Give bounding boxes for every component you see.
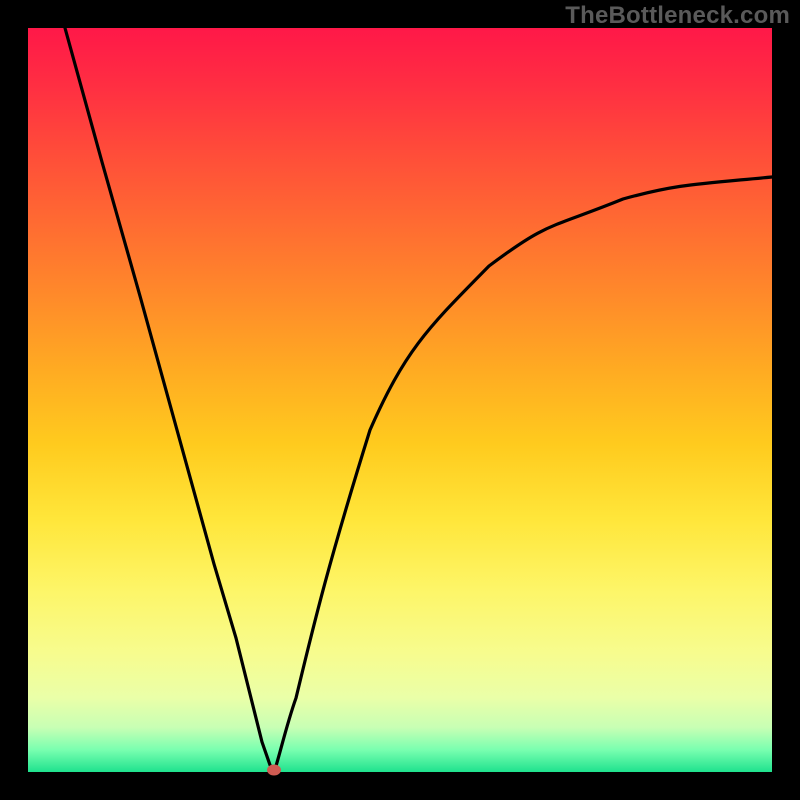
chart-frame: TheBottleneck.com (0, 0, 800, 800)
bottleneck-curve-right (274, 177, 772, 772)
watermark-text: TheBottleneck.com (565, 2, 790, 30)
bottleneck-curve-left (65, 28, 274, 772)
plot-area (28, 28, 772, 772)
curve-svg (28, 28, 772, 772)
minimum-marker (267, 765, 281, 776)
